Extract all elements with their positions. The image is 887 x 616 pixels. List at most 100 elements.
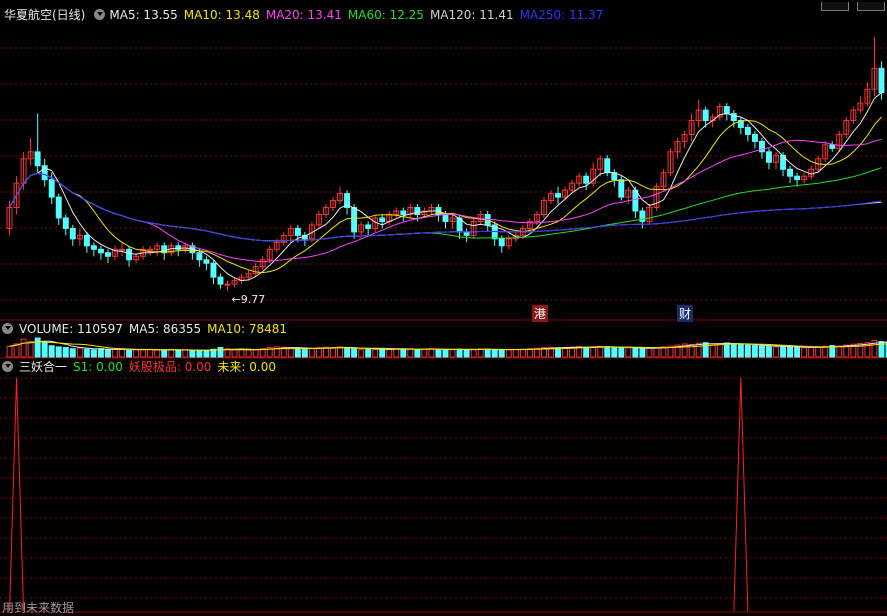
chart-canvas[interactable]: ←9.77 (0, 0, 887, 615)
volume-bar (70, 349, 75, 357)
close-button[interactable] (857, 2, 885, 11)
dropdown-icon[interactable] (94, 9, 105, 20)
volume-bar (183, 350, 188, 357)
candle-body (499, 239, 504, 246)
candle-body (584, 176, 589, 183)
stock-title[interactable]: 华夏航空(日线) (4, 8, 85, 22)
candle-body (204, 260, 209, 263)
volume-bar (176, 350, 181, 357)
candle-body (211, 263, 216, 277)
candle-body (35, 152, 40, 166)
candle-body (619, 180, 624, 197)
dropdown-icon[interactable] (2, 361, 13, 372)
candle-body (70, 228, 75, 238)
volume-bar (84, 349, 89, 357)
volume-bar (802, 348, 807, 357)
volume-bar (127, 350, 132, 357)
candle-body (745, 127, 750, 134)
volume-bar (91, 350, 96, 357)
candle-body (120, 249, 125, 250)
candle-body (464, 232, 469, 235)
volume-bar (106, 350, 111, 357)
volume-bar (767, 347, 772, 357)
volume-bar (14, 344, 19, 357)
volume-bar (415, 349, 420, 357)
ma-indicators: MA5: 13.55MA10: 13.48MA20: 13.41MA60: 12… (109, 8, 609, 22)
volume-bar (387, 350, 392, 357)
indicator-label: MA250: 11.37 (520, 8, 604, 22)
volume-bar (232, 350, 237, 357)
volume-bar (246, 350, 251, 357)
volume-bar (316, 348, 321, 357)
volume-bar (429, 349, 434, 357)
window-buttons (817, 0, 885, 14)
volume-bar (788, 347, 793, 357)
candle-body (788, 169, 793, 176)
ma-line (10, 173, 882, 240)
main-panel-header: 华夏航空(日线) MA5: 13.55MA10: 13.48MA20: 13.41… (0, 6, 615, 24)
volume-bar (633, 348, 638, 357)
volume-bar (77, 348, 82, 357)
volume-bar (795, 348, 800, 358)
ma-line (10, 168, 882, 241)
volume-bar (302, 349, 307, 357)
volume-bar (626, 348, 631, 357)
volume-bar (492, 350, 497, 357)
low-price-label: ←9.77 (232, 293, 266, 306)
candle-body (795, 176, 800, 179)
volume-bar (401, 349, 406, 357)
volume-bar (823, 346, 828, 357)
volume-bar (35, 338, 40, 357)
restore-button[interactable] (821, 2, 849, 11)
candle-body (879, 68, 884, 92)
candle-body (49, 180, 54, 197)
volume-bar (443, 350, 448, 357)
volume-bar (605, 347, 610, 357)
volume-bar (809, 348, 814, 358)
volume-bar (21, 339, 26, 357)
indicator-label: MA60: 12.25 (348, 8, 424, 22)
volume-bar (612, 348, 617, 358)
indicator-label: MA5: 13.55 (109, 8, 177, 22)
volume-bar (436, 349, 441, 357)
indicator-label: 妖股极品: 0.00 (129, 360, 212, 374)
volume-bar (239, 350, 244, 357)
sub-indicator-name[interactable]: 三妖合一 (19, 360, 67, 374)
volume-bar (717, 344, 722, 357)
candle-body (295, 228, 300, 235)
volume-bar (394, 349, 399, 357)
volume-bar (288, 348, 293, 357)
dropdown-icon[interactable] (2, 323, 13, 334)
volume-bar (295, 348, 300, 357)
volume-bar (745, 345, 750, 357)
volume-bar (218, 348, 223, 358)
volume-bar (141, 350, 146, 357)
volume-bar (169, 350, 174, 357)
volume-bar (647, 348, 652, 357)
ma-line (10, 173, 882, 240)
volume-bar (373, 349, 378, 357)
volume-bar (98, 349, 103, 357)
volume-bar (56, 347, 61, 357)
volume-bar (584, 347, 589, 357)
sub-indicators: S1: 0.00妖股极品: 0.00未来: 0.00 (73, 360, 282, 374)
volume-bar (7, 346, 12, 357)
volume-bar (457, 349, 462, 357)
volume-bar (366, 349, 371, 357)
candle-body (98, 249, 103, 252)
candle-body (63, 218, 68, 228)
candle-body (556, 194, 561, 197)
event-marker-finance[interactable]: 财 (677, 305, 693, 322)
volume-bar (485, 349, 490, 357)
volume-indicators: VOLUME: 110597MA5: 86355MA10: 78481 (19, 322, 293, 336)
candle-body (401, 211, 406, 214)
candle-body (352, 208, 357, 232)
volume-bar (190, 350, 195, 357)
indicator-label: S1: 0.00 (73, 360, 123, 374)
volume-bar (204, 351, 209, 357)
candle-body (84, 235, 89, 245)
indicator-label: MA120: 11.41 (430, 8, 514, 22)
volume-bar (352, 349, 357, 357)
event-marker-hk[interactable]: 港 (532, 305, 548, 322)
volume-bar (134, 350, 139, 357)
